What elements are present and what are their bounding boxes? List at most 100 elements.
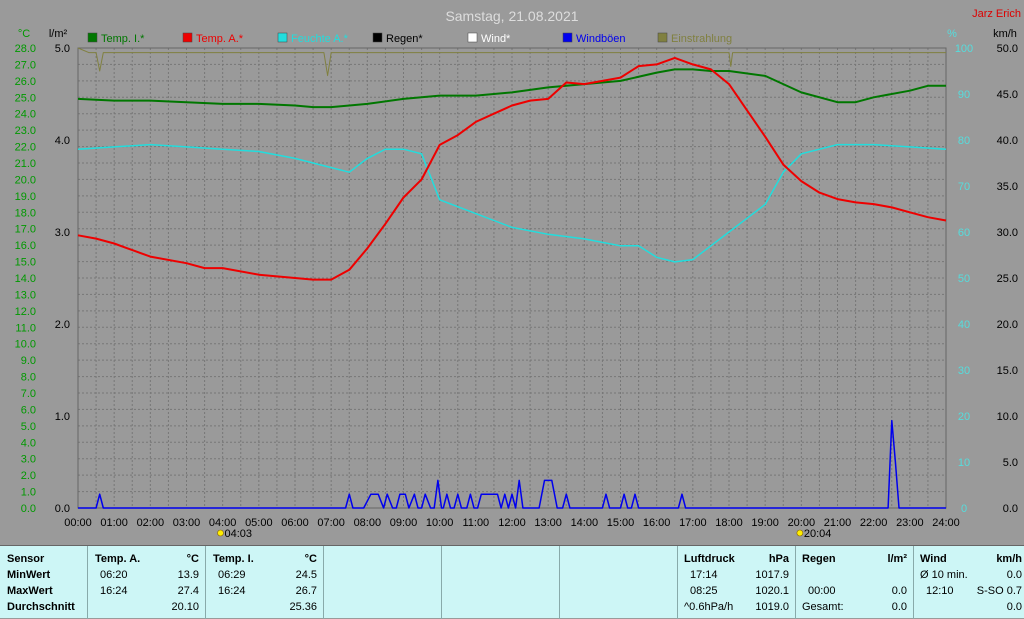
pressure-min-value: 1017.9: [755, 569, 789, 581]
temp-tick-label: 21.0: [15, 158, 36, 170]
temp-a-max-time: 16:24: [100, 585, 128, 597]
temp-i-unit: °C: [304, 553, 317, 565]
summary-labels-col: Sensor MinWert MaxWert Durchschnitt: [0, 546, 88, 619]
legend-swatch: [277, 32, 288, 43]
pressure-min-time: 17:14: [690, 569, 718, 581]
temp-tick-label: 14.0: [15, 273, 36, 285]
humidity-tick-label: 90: [958, 89, 970, 101]
temp-a-unit: °C: [186, 553, 199, 565]
time-tick-label: 16:00: [643, 517, 671, 529]
temp-tick-label: 11.0: [15, 322, 36, 334]
temp-tick-label: 18.0: [15, 207, 36, 219]
time-tick-label: 23:00: [896, 517, 924, 529]
sunset-icon: [796, 529, 804, 537]
temp-tick-label: 22.0: [15, 142, 36, 154]
time-tick-label: 22:00: [860, 517, 888, 529]
temp-a-title: Temp. A.: [95, 553, 141, 565]
time-tick-label: 07:00: [317, 517, 345, 529]
legend-swatch: [467, 32, 478, 43]
wind-tick-label: 0.0: [1003, 503, 1018, 515]
humidity-tick-label: 100: [955, 43, 973, 55]
temp-tick-label: 1.0: [21, 487, 36, 499]
rain-tick-label: 0.0: [55, 503, 70, 515]
pressure-col: Luftdruck hPa 17:14 1017.9 08:25 1020.1 …: [678, 546, 796, 619]
humidity-tick-label: 60: [958, 227, 970, 239]
time-tick-label: 02:00: [137, 517, 165, 529]
empty-col-3: [560, 546, 678, 619]
humidity-tick-label: 20: [958, 411, 970, 423]
temp-i-avg: 25.36: [289, 601, 317, 613]
wind-tick-label: 45.0: [997, 89, 1018, 101]
time-tick-label: 12:00: [498, 517, 526, 529]
time-tick-label: 24:00: [932, 517, 960, 529]
humidity-axis-unit: %: [947, 28, 957, 40]
temp-tick-label: 5.0: [21, 421, 36, 433]
temp-tick-label: 16.0: [15, 240, 36, 252]
weather-chart: Samstag, 21.08.2021 Jarz Erich Temp. I.*…: [0, 0, 1024, 545]
legend-swatch: [562, 32, 573, 43]
time-tick-label: 09:00: [390, 517, 418, 529]
durchschnitt-label: Durchschnitt: [7, 601, 75, 613]
temp-tick-label: 27.0: [15, 59, 36, 71]
temp-tick-label: 28.0: [15, 43, 36, 55]
time-tick-label: 08:00: [354, 517, 382, 529]
temp-tick-label: 25.0: [15, 92, 36, 104]
summary-panel: Sensor MinWert MaxWert Durchschnitt Temp…: [0, 545, 1024, 619]
temp-i-min-value: 24.5: [295, 569, 317, 581]
temp-i-title: Temp. I.: [213, 553, 254, 565]
wind-title: Wind: [920, 553, 947, 565]
temp-tick-label: 20.0: [15, 174, 36, 186]
temp-a-min-value: 13.9: [177, 569, 199, 581]
rain-total: 0.0: [891, 601, 907, 613]
rain-tick-label: 3.0: [55, 227, 70, 239]
rain-max-time: 00:00: [808, 585, 836, 597]
time-tick-label: 00:00: [64, 517, 92, 529]
humidity-tick-label: 30: [958, 365, 970, 377]
temp-tick-label: 0.0: [21, 503, 36, 515]
time-tick-label: 19:00: [751, 517, 779, 529]
humidity-tick-label: 40: [958, 319, 970, 331]
temp-tick-label: 23.0: [15, 125, 36, 137]
legend-label: Feuchte A.*: [291, 33, 349, 45]
rain-tick-label: 1.0: [55, 411, 70, 423]
rain-unit: l/m²: [887, 553, 907, 565]
temp-tick-label: 15.0: [15, 257, 36, 269]
temp-tick-label: 4.0: [21, 437, 36, 449]
wind-tick-label: 40.0: [997, 135, 1018, 147]
minwert-label: MinWert: [7, 569, 51, 581]
author-label: Jarz Erich: [972, 8, 1021, 20]
temp-tick-label: 10.0: [15, 339, 36, 351]
wind-tick-label: 10.0: [997, 411, 1018, 423]
time-tick-label: 01:00: [100, 517, 128, 529]
humidity-tick-label: 50: [958, 273, 970, 285]
legend-swatch: [87, 32, 98, 43]
humidity-tick-label: 80: [958, 135, 970, 147]
wind-current: 0.0: [1006, 601, 1022, 613]
legend-label: Wind*: [481, 33, 511, 45]
wind-tick-label: 15.0: [997, 365, 1018, 377]
time-tick-label: 14:00: [571, 517, 599, 529]
wind-tick-label: 35.0: [997, 181, 1018, 193]
temp-tick-label: 6.0: [21, 404, 36, 416]
temp-a-min-time: 06:20: [100, 569, 128, 581]
wind-axis-unit: km/h: [993, 28, 1017, 40]
maxwert-label: MaxWert: [7, 585, 53, 597]
time-tick-label: 15:00: [607, 517, 635, 529]
temp-axis-unit: °C: [18, 28, 30, 40]
pressure-trend: ^0.6hPa/h: [684, 601, 734, 613]
pressure-max-time: 08:25: [690, 585, 718, 597]
temp-tick-label: 19.0: [15, 191, 36, 203]
time-tick-label: 03:00: [173, 517, 201, 529]
temp-a-avg: 20.10: [171, 601, 199, 613]
time-tick-label: 18:00: [715, 517, 743, 529]
wind-avg-value: 0.0: [1006, 569, 1022, 581]
pressure-unit: hPa: [768, 553, 789, 565]
rain-tick-label: 5.0: [55, 43, 70, 55]
sunset-label: 20:04: [804, 528, 832, 540]
time-tick-label: 10:00: [426, 517, 454, 529]
wind-tick-label: 5.0: [1003, 457, 1018, 469]
empty-col-1: [324, 546, 442, 619]
humidity-tick-label: 70: [958, 181, 970, 193]
time-tick-label: 06:00: [281, 517, 309, 529]
temp-tick-label: 9.0: [21, 355, 36, 367]
